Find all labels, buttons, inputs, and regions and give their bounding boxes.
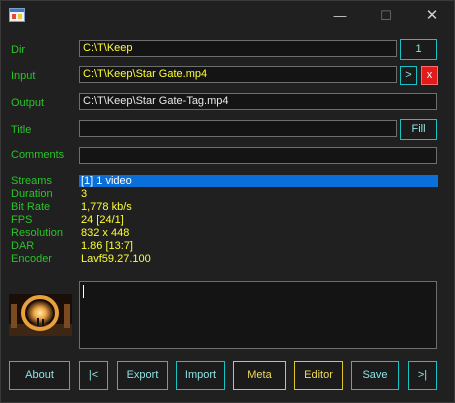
info-value: 1.86 [13:7] (81, 240, 133, 252)
info-key: Encoder (11, 253, 52, 265)
close-button[interactable]: ✕ (409, 1, 455, 31)
comments-label: Comments (11, 149, 65, 161)
info-row-bitrate: Bit Rate 1,778 kb/s (11, 201, 438, 213)
notes-textarea[interactable] (79, 281, 437, 349)
info-key: Duration (11, 188, 53, 200)
comments-field[interactable] (79, 147, 437, 164)
import-button[interactable]: Import (176, 361, 225, 390)
output-field[interactable]: C:\T\Keep\Star Gate-Tag.mp4 (79, 93, 437, 110)
first-button[interactable]: |< (79, 361, 108, 390)
info-row-streams[interactable]: Streams [1] 1 video (11, 175, 438, 187)
export-button[interactable]: Export (117, 361, 168, 390)
text-caret (83, 285, 84, 298)
info-row-resolution: Resolution 832 x 448 (11, 227, 438, 239)
info-key: Streams (11, 175, 52, 187)
title-bar[interactable]: — ☐ ✕ (1, 1, 454, 31)
dir-label: Dir (11, 44, 26, 56)
info-value: 1,778 kb/s (81, 201, 132, 213)
info-value: [1] 1 video (79, 175, 438, 187)
info-value: Lavf59.27.100 (81, 253, 151, 265)
info-value: 3 (81, 188, 88, 200)
info-key: Resolution (11, 227, 63, 239)
info-row-fps: FPS 24 [24/1] (11, 214, 438, 226)
info-key: Bit Rate (11, 201, 51, 213)
meta-button[interactable]: Meta (233, 361, 286, 390)
info-key: FPS (11, 214, 33, 226)
about-button[interactable]: About (9, 361, 70, 390)
info-value: 24 [24/1] (81, 214, 124, 226)
fill-button[interactable]: Fill (400, 119, 437, 140)
next-input-button[interactable]: > (400, 66, 417, 85)
editor-button[interactable]: Editor (294, 361, 343, 390)
title-field[interactable] (79, 120, 397, 137)
output-label: Output (11, 97, 45, 109)
info-row-duration: Duration 3 (11, 188, 438, 200)
input-field[interactable]: C:\T\Keep\Star Gate.mp4 (79, 66, 397, 83)
app-icon (9, 8, 25, 22)
dir-number-button[interactable]: 1 (400, 39, 437, 60)
video-thumbnail (9, 294, 72, 336)
maximize-button[interactable]: ☐ (363, 1, 409, 31)
info-row-encoder: Encoder Lavf59.27.100 (11, 253, 438, 265)
info-row-dar: DAR 1.86 [13:7] (11, 240, 438, 252)
info-key: DAR (11, 240, 35, 252)
title-label: Title (11, 124, 32, 136)
save-button[interactable]: Save (351, 361, 399, 390)
remove-input-button[interactable]: x (421, 66, 438, 85)
minimize-button[interactable]: — (317, 1, 363, 31)
info-value: 832 x 448 (81, 227, 130, 239)
last-button[interactable]: >| (408, 361, 437, 390)
app-window: — ☐ ✕ Dir C:\T\Keep 1 Input C:\T\Keep\St… (0, 0, 455, 403)
input-label: Input (11, 70, 36, 82)
dir-field[interactable]: C:\T\Keep (79, 40, 397, 57)
